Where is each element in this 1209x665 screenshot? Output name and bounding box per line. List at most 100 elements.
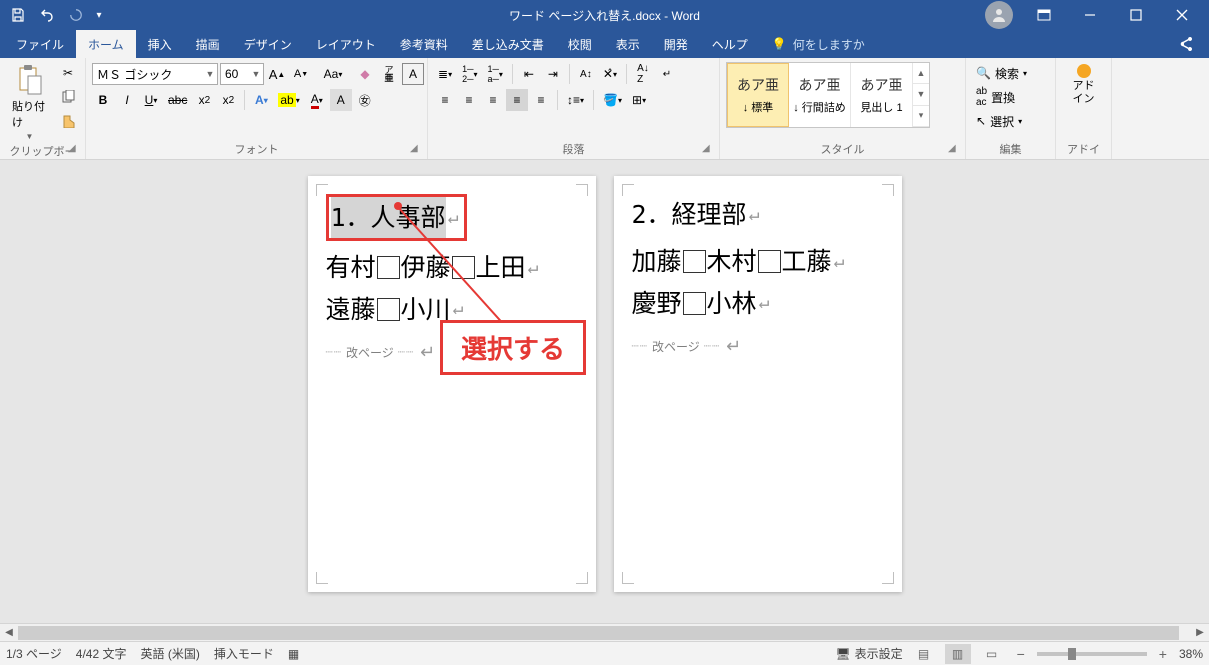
minimize-icon[interactable] (1067, 0, 1113, 30)
page2-line1[interactable]: 加藤木村工藤↵ (632, 241, 884, 282)
tell-me-search[interactable]: 💡 何をしますか (760, 30, 877, 58)
font-launcher-icon[interactable]: ◢ (410, 143, 424, 157)
text-direction-icon[interactable]: A↕ (575, 63, 597, 85)
cut-icon[interactable]: ✂ (57, 62, 79, 84)
tab-file[interactable]: ファイル (4, 30, 76, 58)
sort-icon[interactable]: A↓Z (632, 63, 654, 85)
align-center-icon[interactable]: ≡ (458, 89, 480, 111)
distribute-icon[interactable]: ≡ (530, 89, 552, 111)
style-no-spacing[interactable]: あア亜↓ 行間詰め (789, 63, 851, 127)
scroll-left-icon[interactable]: ◀ (0, 625, 18, 641)
italic-button[interactable]: I (116, 89, 138, 111)
change-case-icon[interactable]: Aa▾ (322, 63, 344, 85)
page2-heading[interactable]: 2．経理部↵ (632, 194, 884, 235)
scroll-right-icon[interactable]: ▶ (1191, 625, 1209, 641)
redo-icon[interactable] (62, 2, 90, 28)
display-settings[interactable]: 🖥表示設定 (835, 645, 902, 662)
numbering-icon[interactable]: 1─2─▾ (458, 63, 481, 85)
document-area[interactable]: 1．人事部↵ 有村伊藤上田↵ 遠藤小川↵ ┈┈改ページ┈┈↵ 2．経理部↵ 加藤… (0, 160, 1209, 641)
scroll-thumb[interactable] (18, 626, 1179, 640)
asian-layout-icon[interactable]: ✕̂▾ (599, 63, 621, 85)
find-button[interactable]: 🔍検索▾ (972, 62, 1031, 84)
zoom-level[interactable]: 38% (1179, 647, 1203, 661)
status-word-count[interactable]: 4/42 文字 (76, 645, 127, 662)
tab-help[interactable]: ヘルプ (700, 30, 760, 58)
tab-developer[interactable]: 開発 (652, 30, 700, 58)
align-left-icon[interactable]: ≡ (434, 89, 456, 111)
font-size-combo[interactable]: ▼ (220, 63, 264, 85)
underline-button[interactable]: U▾ (140, 89, 162, 111)
phonetic-guide-icon[interactable]: ア亜 (378, 63, 400, 85)
page2-line2[interactable]: 慶野小林↵ (632, 283, 884, 324)
web-layout-icon[interactable]: ▭ (979, 644, 1005, 664)
highlight-icon[interactable]: ab▾ (274, 89, 303, 111)
replace-button[interactable]: abac置換 (972, 86, 1031, 108)
page-1[interactable]: 1．人事部↵ 有村伊藤上田↵ 遠藤小川↵ ┈┈改ページ┈┈↵ (308, 176, 596, 592)
page1-heading[interactable]: 1．人事部 (331, 197, 446, 238)
print-layout-icon[interactable]: ▥ (945, 644, 971, 664)
save-icon[interactable] (4, 2, 32, 28)
clear-formatting-icon[interactable]: ◆ (354, 63, 376, 85)
paragraph-launcher-icon[interactable]: ◢ (702, 143, 716, 157)
style-normal[interactable]: あア亜↓ 標準 (727, 63, 789, 127)
justify-icon[interactable]: ≡ (506, 89, 528, 111)
font-size-input[interactable] (221, 67, 249, 81)
format-painter-icon[interactable] (57, 110, 79, 132)
tab-view[interactable]: 表示 (604, 30, 652, 58)
decrease-indent-icon[interactable]: ⇤ (518, 63, 540, 85)
char-shading-icon[interactable]: A (330, 89, 352, 111)
copy-icon[interactable] (57, 86, 79, 108)
zoom-in-button[interactable]: + (1155, 646, 1171, 662)
tab-review[interactable]: 校閲 (556, 30, 604, 58)
tab-mailings[interactable]: 差し込み文書 (460, 30, 556, 58)
ribbon-display-icon[interactable] (1021, 0, 1067, 30)
paste-button[interactable]: 貼り付け ▼ (6, 62, 53, 143)
read-mode-icon[interactable]: ▤ (911, 644, 937, 664)
line-spacing-icon[interactable]: ↕≡▾ (563, 89, 588, 111)
status-language[interactable]: 英語 (米国) (140, 645, 199, 662)
tab-design[interactable]: デザイン (232, 30, 304, 58)
subscript-button[interactable]: x2 (193, 89, 215, 111)
zoom-out-button[interactable]: − (1013, 646, 1029, 662)
enclose-char-icon[interactable]: ㊛ (354, 89, 376, 111)
style-gallery[interactable]: あア亜↓ 標準 あア亜↓ 行間詰め あア亜見出し 1 ▲▼▾ (726, 62, 930, 128)
page-2[interactable]: 2．経理部↵ 加藤木村工藤↵ 慶野小林↵ ┈┈改ページ┈┈↵ (614, 176, 902, 592)
borders-icon[interactable]: ⊞▾ (628, 89, 650, 111)
gallery-scroll[interactable]: ▲▼▾ (913, 63, 929, 127)
text-effects-icon[interactable]: A▾ (250, 89, 272, 111)
bullets-icon[interactable]: ≣▾ (434, 63, 456, 85)
macro-record-icon[interactable]: ▦ (288, 647, 299, 661)
tab-layout[interactable]: レイアウト (304, 30, 388, 58)
undo-icon[interactable] (33, 2, 61, 28)
close-icon[interactable] (1159, 0, 1205, 30)
strikethrough-button[interactable]: abc (164, 89, 191, 111)
qat-customize-icon[interactable]: ▾ (91, 2, 107, 28)
grow-font-icon[interactable]: A▲ (266, 63, 288, 85)
tab-references[interactable]: 参考資料 (388, 30, 460, 58)
font-name-input[interactable] (93, 67, 203, 81)
maximize-icon[interactable] (1113, 0, 1159, 30)
horizontal-scrollbar[interactable]: ◀ ▶ (0, 623, 1209, 641)
addin-button[interactable]: アド イン (1067, 62, 1101, 108)
tab-home[interactable]: ホーム (76, 30, 136, 58)
clipboard-launcher-icon[interactable]: ◢ (68, 143, 82, 157)
show-marks-icon[interactable]: ↵ (656, 63, 678, 85)
multilevel-list-icon[interactable]: 1─a─▾ (483, 63, 506, 85)
tab-insert[interactable]: 挿入 (136, 30, 184, 58)
superscript-button[interactable]: x2 (217, 89, 239, 111)
select-button[interactable]: ↖選択▾ (972, 110, 1031, 132)
account-icon[interactable] (985, 1, 1013, 29)
increase-indent-icon[interactable]: ⇥ (542, 63, 564, 85)
tab-draw[interactable]: 描画 (184, 30, 232, 58)
font-name-combo[interactable]: ▼ (92, 63, 218, 85)
bold-button[interactable]: B (92, 89, 114, 111)
status-page[interactable]: 1/3 ページ (6, 645, 62, 662)
style-heading1[interactable]: あア亜見出し 1 (851, 63, 913, 127)
zoom-slider[interactable] (1037, 652, 1147, 656)
share-button[interactable] (1165, 30, 1205, 58)
status-insert-mode[interactable]: 挿入モード (214, 645, 274, 662)
char-border-icon[interactable]: A (402, 63, 424, 85)
shrink-font-icon[interactable]: A▼ (290, 63, 312, 85)
styles-launcher-icon[interactable]: ◢ (948, 143, 962, 157)
font-color-icon[interactable]: A▾ (306, 89, 328, 111)
